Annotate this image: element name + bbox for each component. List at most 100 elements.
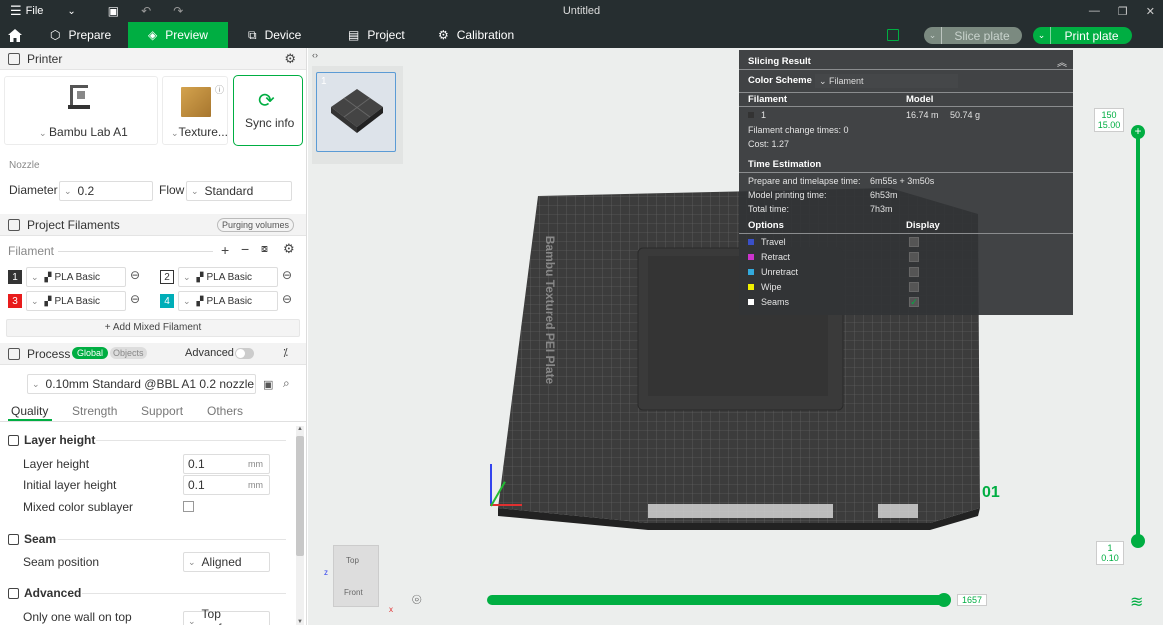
hamburger-icon: ☰	[10, 3, 22, 18]
collapse-sidebar-icon[interactable]: ‹›	[312, 50, 318, 60]
camera-reset-icon[interactable]: ⌾	[412, 592, 422, 610]
info-icon[interactable]: ⓘ	[215, 83, 224, 96]
only-one-wall-select[interactable]: ⌄ Top surfaces	[183, 607, 270, 625]
move-slider-handle[interactable]	[937, 593, 951, 607]
seam-position-label: Seam position	[23, 555, 100, 569]
gear-icon[interactable]: ⚙	[283, 241, 295, 257]
compare-icon[interactable]: ⁒	[283, 346, 288, 359]
retract-checkbox[interactable]	[909, 252, 919, 262]
diameter-value: 0.2	[77, 184, 95, 198]
save-profile-icon[interactable]: ▣	[263, 378, 273, 391]
advanced-icon	[8, 587, 19, 599]
gear-icon[interactable]: ⚙	[284, 51, 296, 67]
filament-edit-icon[interactable]: ⊖	[130, 292, 140, 306]
travel-checkbox[interactable]	[909, 237, 919, 247]
initial-layer-height-input[interactable]: 0.1 mm	[183, 475, 270, 495]
tab-preview[interactable]: ◈ Preview	[128, 22, 228, 48]
layers-toggle-icon[interactable]: ≋	[1130, 592, 1143, 612]
save-icon[interactable]: ▣	[108, 4, 119, 18]
redo-icon[interactable]: ↷	[173, 4, 183, 18]
tab-device-label: Device	[264, 28, 302, 42]
remove-filament-icon[interactable]: −	[241, 241, 249, 257]
process-profile-select[interactable]: ⌄ 0.10mm Standard @BBL A1 0.2 nozzle	[27, 374, 256, 394]
move-slider-track[interactable]	[487, 595, 945, 605]
scroll-down-icon[interactable]: ▼	[297, 619, 303, 625]
layer-slider-track[interactable]	[1136, 132, 1140, 541]
tab-support[interactable]: Support	[141, 404, 183, 418]
undo-icon[interactable]: ↶	[141, 4, 151, 18]
scroll-up-icon[interactable]: ▲	[297, 426, 303, 432]
color-scheme-select[interactable]: ⌄ Filament	[815, 74, 958, 88]
wipe-checkbox[interactable]	[909, 282, 919, 292]
filament-number-2[interactable]: 2	[160, 270, 174, 284]
layer-height-input[interactable]: 0.1 mm	[183, 454, 270, 474]
plate-thumbnail[interactable]: 1	[316, 72, 396, 152]
view-cube[interactable]: Top Front	[333, 545, 379, 607]
filament-select-4[interactable]: ⌄ ▞ PLA Basic	[178, 291, 278, 311]
collapse-icon[interactable]: ︽	[1057, 54, 1067, 69]
filament-number-1[interactable]: 1	[8, 270, 22, 284]
process-section-header: Process Global Objects Advanced ⁒	[0, 343, 306, 365]
chevron-down-icon[interactable]: ⌄	[67, 6, 75, 17]
axis-x-icon	[490, 504, 522, 506]
tab-project[interactable]: ▤ Project	[328, 22, 418, 48]
filament-select-3[interactable]: ⌄ ▞ PLA Basic	[26, 291, 126, 311]
process-scrollbar[interactable]: ▲ ▼	[296, 426, 304, 625]
seams-checkbox[interactable]: ✓	[909, 297, 919, 307]
filament-select-2[interactable]: ⌄ ▞ PLA Basic	[178, 267, 278, 287]
layer-slider-top-handle[interactable]: +	[1131, 125, 1145, 139]
chevron-down-icon[interactable]: ⌄	[924, 27, 942, 44]
sync-icon: ⟳	[258, 90, 275, 112]
tab-quality[interactable]: Quality	[11, 404, 48, 418]
mixed-color-sublayer-checkbox[interactable]	[183, 501, 194, 512]
plate-list-icon[interactable]	[887, 29, 899, 41]
view-cube-axis-icon: z	[324, 568, 328, 577]
tab-device[interactable]: ⧉ Device	[228, 22, 328, 48]
add-filament-icon[interactable]: +	[221, 242, 229, 258]
filament-number-4[interactable]: 4	[160, 294, 174, 308]
flow-select[interactable]: ⌄ Standard	[186, 181, 292, 201]
seam-position-select[interactable]: ⌄ Aligned	[183, 552, 270, 572]
sync-info-button[interactable]: ⟳ Sync info	[233, 75, 303, 146]
filament-number-3[interactable]: 3	[8, 294, 22, 308]
tab-calibration[interactable]: ⚙ Calibration	[418, 22, 528, 48]
unit-mm: mm	[248, 459, 263, 469]
diameter-label: Diameter	[9, 183, 58, 197]
slice-plate-button[interactable]: ⌄ Slice plate	[924, 27, 1022, 44]
chevron-down-icon[interactable]: ⌄	[1033, 27, 1051, 44]
nozzle-label: Nozzle	[9, 160, 40, 171]
chevron-down-icon: ⌄	[31, 271, 39, 282]
filament-edit-icon[interactable]: ⊖	[282, 292, 292, 306]
filament-edit-icon[interactable]: ⊖	[282, 268, 292, 282]
search-icon[interactable]: ⌕	[283, 376, 290, 391]
plate-type-card[interactable]: ⓘ ⌄Texture...	[162, 76, 228, 145]
tab-prepare[interactable]: ⬡ Prepare	[30, 22, 128, 48]
maximize-icon[interactable]: ❐	[1118, 5, 1128, 18]
file-menu[interactable]: ☰ File	[10, 3, 43, 19]
sync-filament-icon[interactable]: ⧇	[261, 243, 268, 256]
global-toggle[interactable]: Global	[72, 347, 109, 359]
diameter-select[interactable]: ⌄ 0.2	[59, 181, 153, 201]
purging-volumes-button[interactable]: Purging volumes	[217, 218, 295, 232]
view-cube-top[interactable]: Top	[346, 556, 359, 565]
filament-list-label: Filament	[8, 244, 55, 258]
objects-toggle[interactable]: Objects	[110, 347, 147, 359]
tab-others[interactable]: Others	[207, 404, 243, 418]
minimize-icon[interactable]: —	[1089, 5, 1100, 17]
print-plate-button[interactable]: ⌄ Print plate	[1033, 27, 1132, 44]
add-mixed-filament-button[interactable]: + Add Mixed Filament	[6, 319, 300, 337]
process-icon	[8, 347, 20, 360]
home-button[interactable]	[0, 22, 30, 48]
unretract-checkbox[interactable]	[909, 267, 919, 277]
move-count-readout: 1657	[957, 594, 987, 606]
printer-model-card[interactable]: ⌄ Bambu Lab A1	[4, 76, 158, 145]
layer-slider-bottom-handle[interactable]	[1131, 534, 1145, 548]
tab-strength[interactable]: Strength	[72, 404, 117, 418]
advanced-switch[interactable]	[235, 348, 254, 359]
filament-edit-icon[interactable]: ⊖	[130, 268, 140, 282]
view-cube-front[interactable]: Front	[344, 588, 363, 597]
close-icon[interactable]: ✕	[1146, 5, 1155, 18]
scrollbar-thumb[interactable]	[296, 436, 304, 556]
option-wipe: Wipe	[761, 282, 782, 292]
filament-select-1[interactable]: ⌄ ▞ PLA Basic	[26, 267, 126, 287]
